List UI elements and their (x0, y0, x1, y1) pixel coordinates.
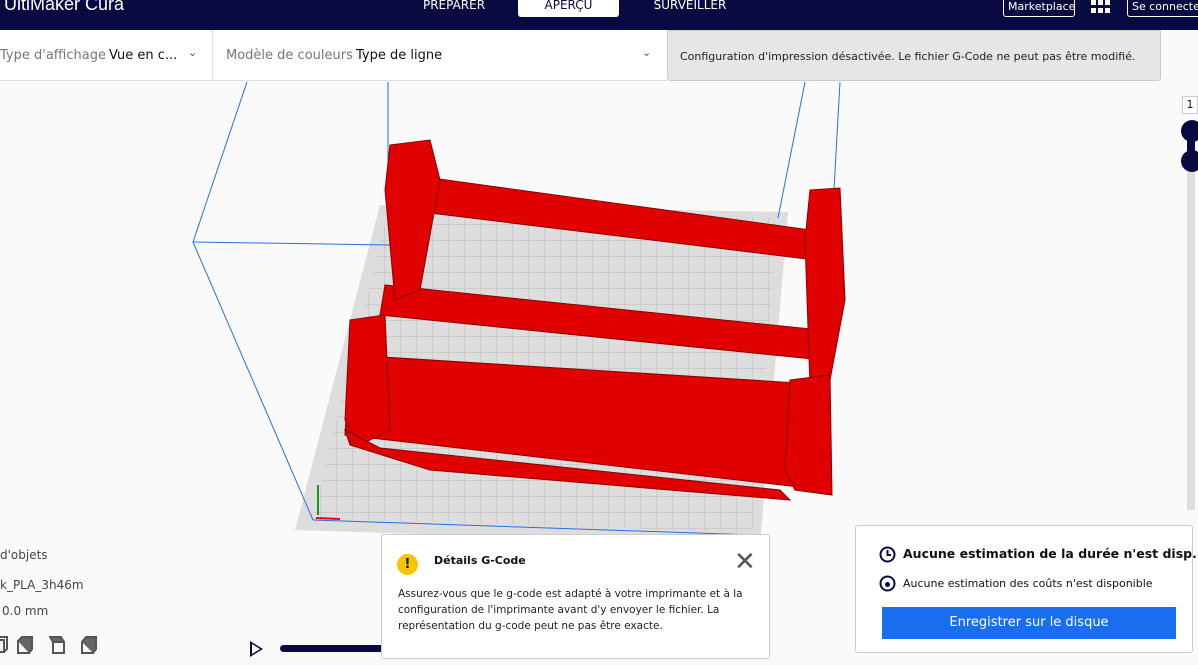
object-dimensions: 0.0 mm (2, 604, 49, 618)
gcode-card-body: Assurez-vous que le g-code est adapté à … (398, 588, 743, 632)
view-type-label: Type d'affichage (0, 48, 106, 63)
cost-estimate: Aucune estimation des coûts n'est dispon… (903, 577, 1153, 590)
object-list-title: d'objets (0, 548, 48, 562)
color-scheme-value: Type de ligne (356, 48, 443, 63)
marketplace-button[interactable]: Marketplace (1003, 0, 1075, 17)
gcode-card-title: Détails G-Code (434, 554, 526, 567)
object-file-name: k_PLA_3h46m (0, 578, 84, 592)
sign-in-button[interactable]: Se connecter (1127, 0, 1198, 17)
layer-slider-track[interactable] (1187, 170, 1195, 510)
play-icon[interactable] (250, 641, 263, 657)
gcode-details-card: ! Détails G-Code ✕ Assurez-vous que le g… (381, 534, 770, 659)
layer-lower-handle[interactable] (1181, 150, 1198, 172)
cost-icon (879, 575, 896, 592)
print-estimate-card: Aucune estimation de la durée n'est disp… (855, 525, 1198, 653)
chevron-down-icon: ⌄ (188, 46, 198, 59)
save-to-disk-button[interactable]: Enregistrer sur le disque (882, 607, 1176, 639)
view-type-value: Vue en c... (109, 48, 178, 63)
close-icon[interactable]: ✕ (734, 549, 756, 575)
view-top-icon[interactable] (49, 636, 65, 654)
axis-x (315, 517, 341, 520)
grid-icon[interactable] (1091, 0, 1111, 14)
tab-prepare[interactable]: PRÉPARER (404, 0, 504, 17)
warning-icon: ! (397, 554, 418, 575)
tab-preview[interactable]: APERÇU (518, 0, 619, 17)
time-estimate: Aucune estimation de la durée n'est disp… (903, 546, 1198, 561)
view-type-dropdown[interactable]: Type d'affichage Vue en c... ⌄ (0, 30, 213, 81)
app-title: UltiMaker Cura (4, 0, 125, 14)
view-side-icon[interactable] (81, 636, 97, 654)
chevron-down-icon: ⌄ (642, 46, 652, 59)
gcode-notice: Configuration d'impression désactivée. L… (667, 30, 1161, 81)
view-3d-icon[interactable] (0, 636, 8, 654)
color-scheme-label: Modèle de couleurs (226, 48, 353, 63)
view-toolbar: Type d'affichage Vue en c... ⌄ Modèle de… (0, 30, 667, 81)
color-scheme-dropdown[interactable]: Modèle de couleurs Type de ligne ⌄ (213, 30, 667, 81)
tab-monitor[interactable]: SURVEILLER (640, 0, 740, 17)
simulation-progress-bar[interactable] (280, 645, 390, 652)
clock-icon (879, 546, 896, 563)
layer-upper-handle[interactable] (1181, 120, 1198, 142)
view-front-icon[interactable] (17, 636, 33, 654)
layer-number[interactable]: 1 (1182, 96, 1198, 114)
header: UltiMaker Cura PRÉPARER APERÇU SURVEILLE… (0, 0, 1198, 30)
